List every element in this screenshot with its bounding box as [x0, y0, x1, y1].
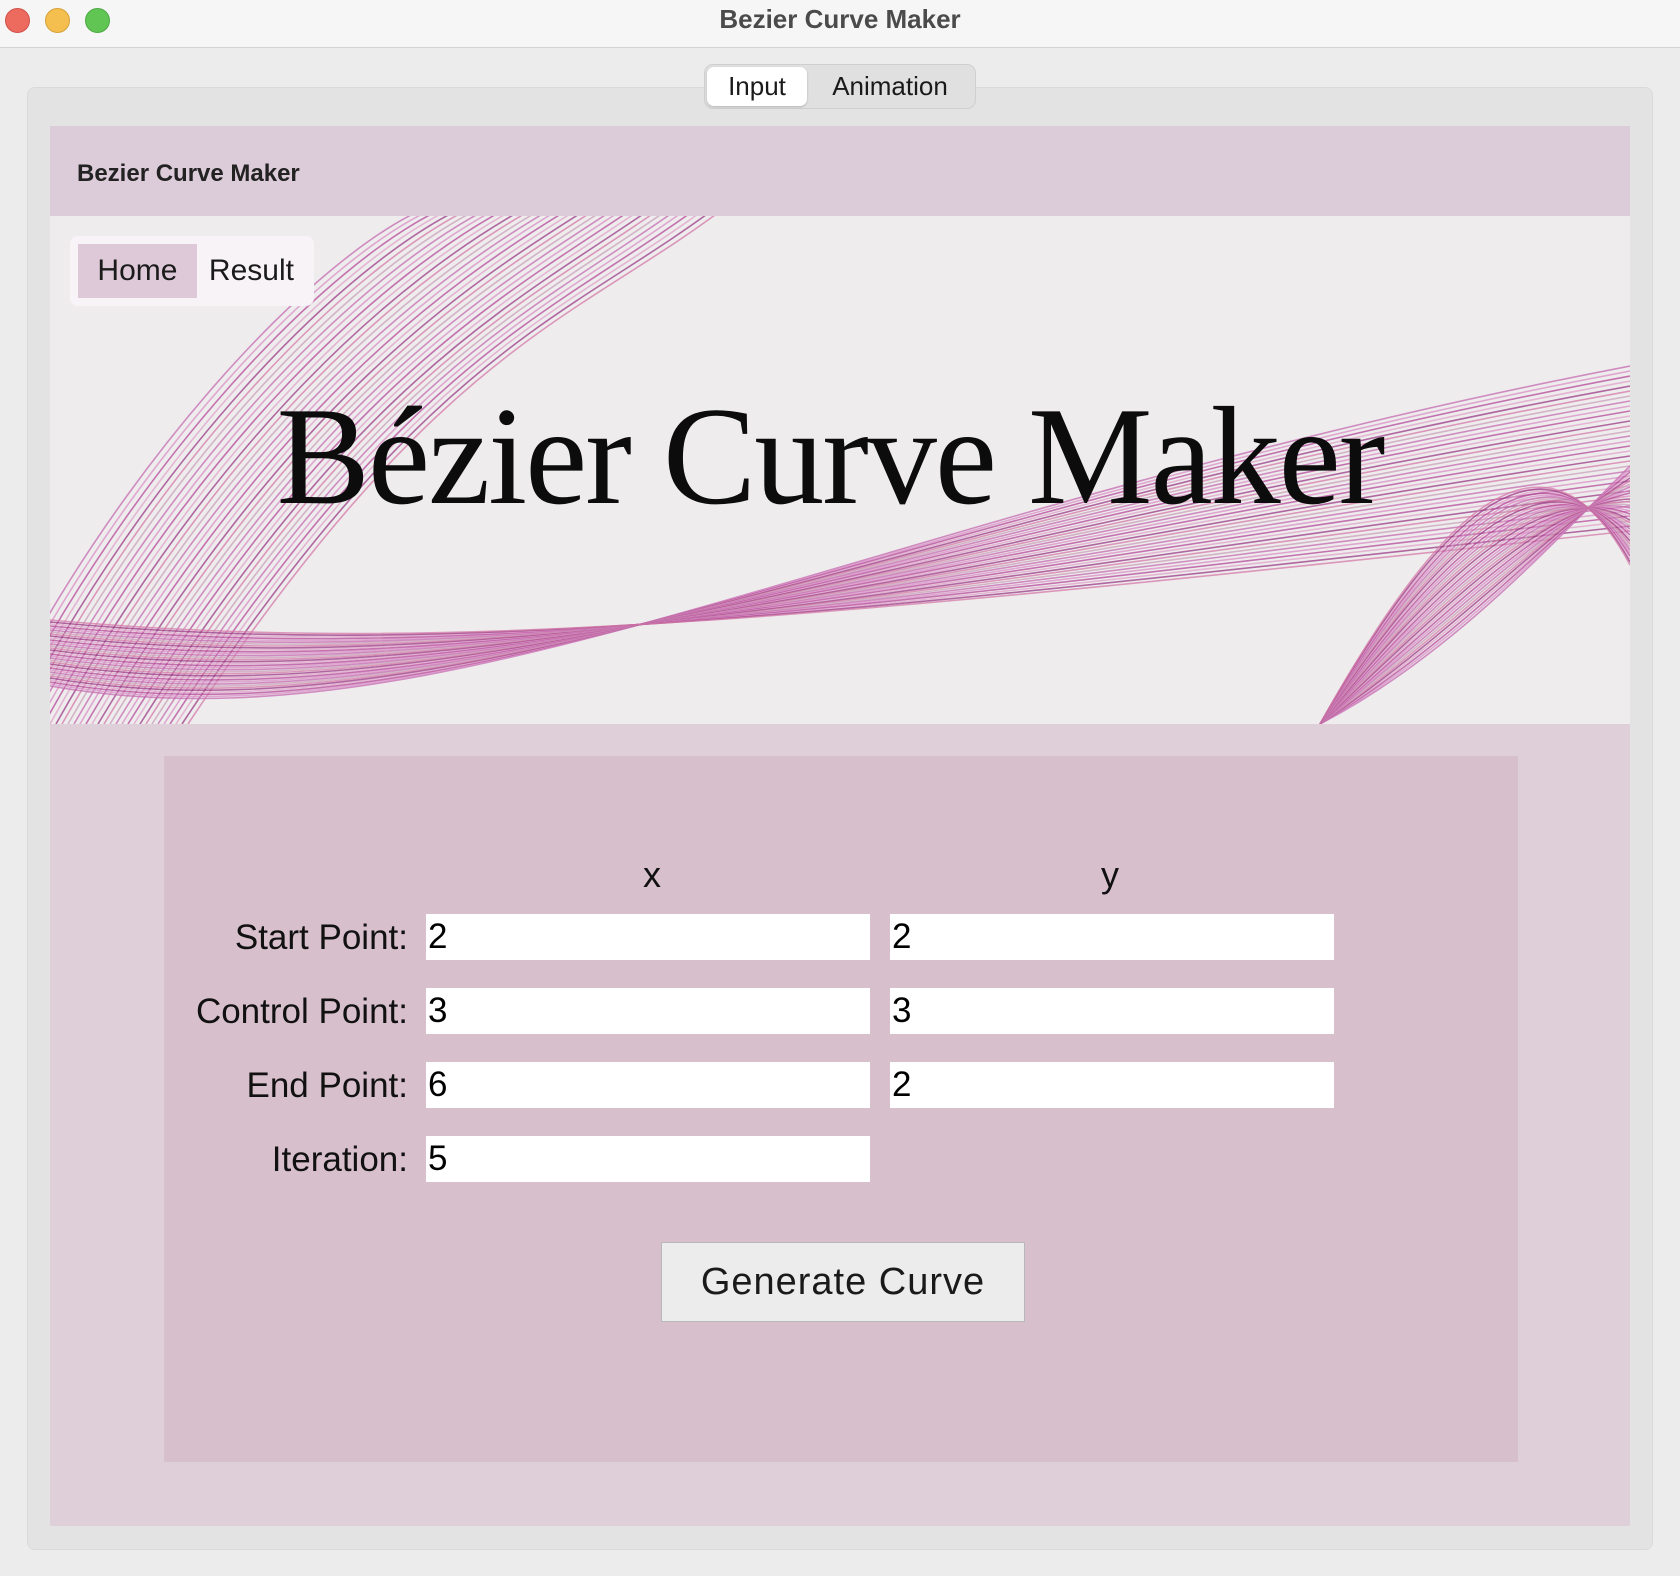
- tab-animation[interactable]: Animation: [807, 67, 973, 106]
- control-point-label: Control Point:: [195, 992, 408, 1031]
- title-bar: Bezier Curve Maker: [0, 0, 1680, 48]
- control-x-input[interactable]: 3: [426, 988, 870, 1034]
- window-title: Bezier Curve Maker: [719, 4, 961, 34]
- control-y-input[interactable]: 3: [890, 988, 1334, 1034]
- app-header-title: Bezier Curve Maker: [77, 160, 300, 187]
- iteration-label: Iteration:: [271, 1140, 408, 1179]
- end-point-label: End Point:: [246, 1066, 409, 1105]
- app-header: Bezier Curve Maker: [50, 126, 1630, 216]
- iteration-input[interactable]: 5: [426, 1136, 870, 1182]
- tab-bar: Input Animation: [704, 64, 976, 109]
- nav-bar: Home Result: [70, 236, 314, 306]
- nav-home[interactable]: Home: [78, 244, 197, 298]
- end-x-input[interactable]: 6: [426, 1062, 870, 1108]
- start-point-label: Start Point:: [234, 918, 408, 957]
- app-window: Bezier Curve Maker Input Animation Bezie…: [0, 0, 1680, 1576]
- start-y-input[interactable]: 2: [890, 914, 1334, 960]
- input-form-panel: [164, 756, 1518, 1462]
- tab-input[interactable]: Input: [707, 67, 807, 106]
- nav-result[interactable]: Result: [197, 244, 306, 298]
- start-x-input[interactable]: 2: [426, 914, 870, 960]
- y-column-header: y: [1101, 854, 1119, 895]
- end-y-input[interactable]: 2: [890, 1062, 1334, 1108]
- generate-curve-button[interactable]: Generate Curve: [661, 1242, 1025, 1322]
- banner-title: Bézier Curve Maker: [276, 379, 1386, 534]
- x-column-header: x: [643, 854, 661, 895]
